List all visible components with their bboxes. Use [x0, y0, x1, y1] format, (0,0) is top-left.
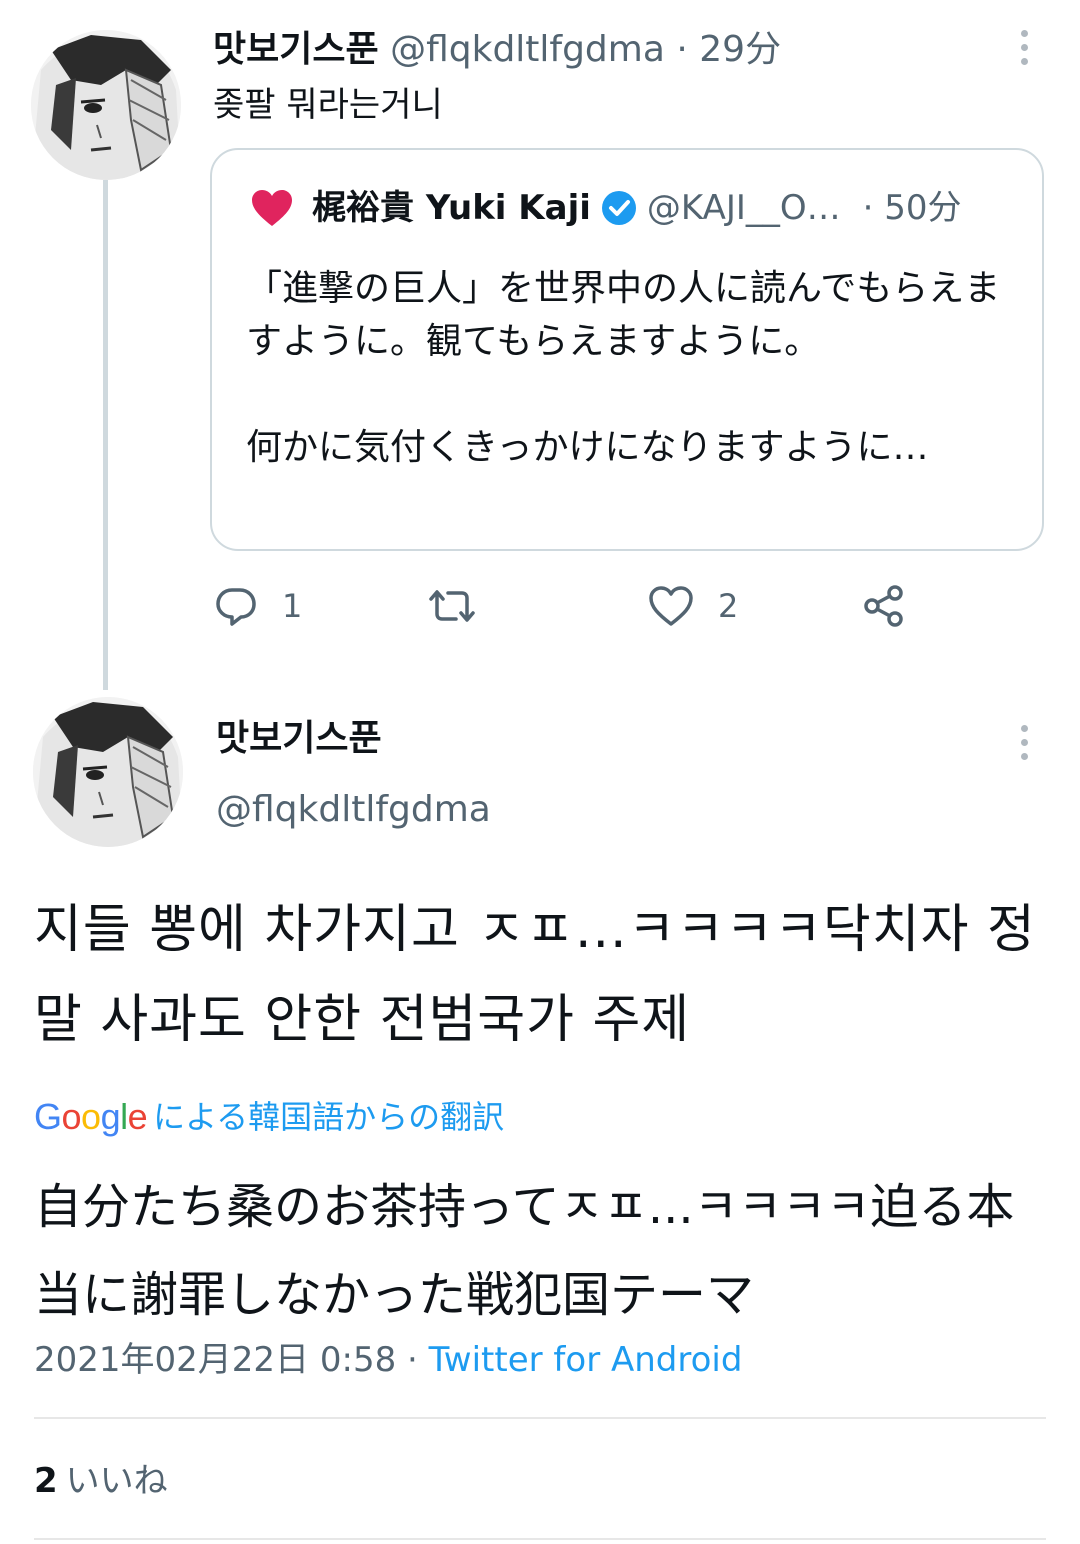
translation-label: による韓国語からの翻訳: [153, 1098, 505, 1136]
avatar[interactable]: [31, 30, 181, 180]
like-button[interactable]: 2: [648, 584, 738, 628]
heart-emoji: [252, 190, 292, 226]
parent-tweet-text: 좆팔 뭐라는거니: [213, 85, 443, 125]
heart-icon: [649, 586, 693, 626]
translated-text: 自分たち桑のお茶持ってㅈㅍ...ㅋㅋㅋㅋ迫る本当に謝罪しなかった戦犯国テーマ: [34, 1179, 1015, 1323]
quoted-paragraph-2: 何かに気付くきっかけになりますように…: [246, 427, 929, 468]
parent-tweet-header: 맛보기스푼 @flqkdltlfgdma · 29分: [213, 26, 781, 74]
tweet-time[interactable]: 29分: [699, 29, 781, 70]
quoted-user-handle[interactable]: @KAJI__O…: [647, 185, 841, 231]
reply-count: 1: [282, 587, 303, 625]
tweet-metadata: 2021年02月22日 0:58 · Twitter for Android: [34, 1336, 742, 1384]
main-tweet-text: 지들 뽕에 차가지고 ㅈㅍ...ㅋㅋㅋㅋ닥치자 정말 사과도 안한 전범국가 주…: [34, 900, 1036, 1050]
divider: [34, 1538, 1046, 1540]
more-vertical-icon[interactable]: [1020, 30, 1028, 65]
retweet-icon: [429, 590, 475, 622]
display-name[interactable]: 맛보기스푼: [213, 29, 379, 70]
quoted-display-name[interactable]: 梶裕貴 Yuki Kaji: [312, 185, 591, 231]
verified-badge-icon: [601, 191, 636, 225]
likes-summary[interactable]: 2 いいね: [34, 1457, 168, 1505]
share-icon: [864, 585, 903, 627]
quoted-tweet-header: 梶裕貴 Yuki Kaji @KAJI__O… · 50分: [250, 185, 962, 231]
likes-label: いいね: [65, 1461, 168, 1501]
avatar[interactable]: [33, 697, 183, 847]
tweet-date: 2021年02月22日 0:58: [34, 1340, 397, 1380]
divider: [34, 1417, 1046, 1419]
likes-count: 2: [34, 1461, 58, 1501]
google-logo: Google: [34, 1096, 148, 1137]
avatar-illustration-icon: [33, 697, 183, 847]
quoted-paragraph-1: 「進撃の巨人」を世界中の人に読んでもらえますように。観てもらえますように。: [246, 268, 1001, 362]
translation-attribution[interactable]: Google による韓国語からの翻訳: [34, 1095, 504, 1139]
reply-button[interactable]: 1: [214, 584, 302, 628]
avatar-illustration-icon: [31, 30, 181, 180]
reply-icon: [216, 588, 256, 626]
retweet-button[interactable]: [428, 584, 500, 628]
user-handle[interactable]: @flqkdltlfgdma: [216, 786, 491, 834]
thread-connector-line: [103, 180, 108, 690]
separator-dot: ·: [407, 1340, 418, 1380]
display-name[interactable]: 맛보기스푼: [216, 715, 382, 763]
user-handle[interactable]: @flqkdltlfgdma: [390, 29, 665, 70]
quoted-tweet-text: 「進撃の巨人」を世界中の人に読んでもらえますように。観てもらえますように。 何か…: [246, 262, 1006, 474]
separator-dot: ·: [676, 29, 688, 70]
like-count: 2: [718, 587, 739, 625]
quoted-tweet-time[interactable]: · 50分: [863, 185, 962, 231]
share-button[interactable]: [862, 584, 906, 628]
more-vertical-icon[interactable]: [1020, 725, 1028, 760]
tweet-source-link[interactable]: Twitter for Android: [429, 1340, 743, 1380]
